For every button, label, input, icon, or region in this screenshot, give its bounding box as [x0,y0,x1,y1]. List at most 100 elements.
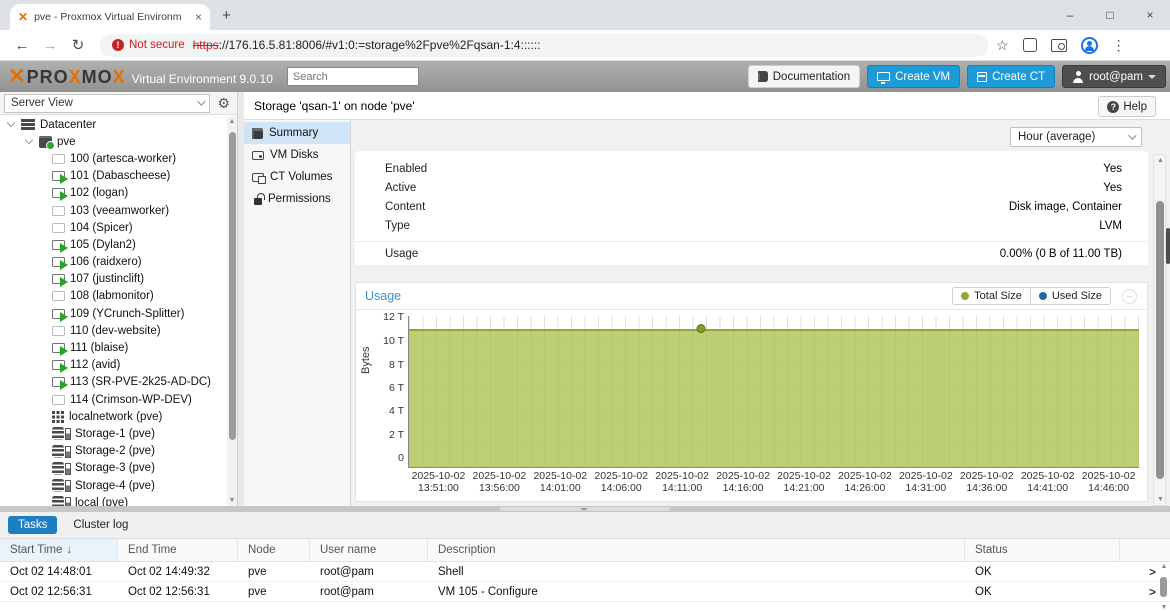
menu-item-vm-disks[interactable]: VM Disks [244,144,350,166]
tree-item-label: 114 (Crimson-WP-DEV) [70,394,192,406]
tab-tasks[interactable]: Tasks [8,516,57,534]
documentation-button[interactable]: Documentation [748,65,860,88]
close-icon[interactable]: × [1130,0,1170,30]
not-secure-badge[interactable]: ! Not secure [112,39,185,51]
tree-item[interactable]: Storage-1 (pve) [0,425,227,442]
tree-item[interactable]: 101 (Dabascheese) [0,168,227,185]
x-tick-label: 2025-10-0213:51:00 [408,470,469,494]
scroll-down-icon[interactable]: ▼ [1158,604,1170,611]
minimize-icon[interactable]: – [1050,0,1090,30]
column-header-description[interactable]: Description [428,539,965,561]
tree-item[interactable]: 108 (labmonitor) [0,288,227,305]
tree-item[interactable]: 105 (Dylan2) [0,236,227,253]
forward-icon[interactable]: → [36,37,64,54]
user-menu-button[interactable]: root@pam [1062,65,1166,88]
column-header-node[interactable]: Node [238,539,310,561]
profile-avatar-icon[interactable] [1081,37,1098,54]
column-header-start-time[interactable]: Start Time↓ [0,539,118,561]
scroll-down-icon[interactable]: ▼ [1154,496,1167,503]
menu-item-ct-volumes[interactable]: CT Volumes [244,166,350,188]
x-tick-time: 14:01:00 [530,482,591,494]
table-row[interactable]: Oct 02 14:48:01Oct 02 14:49:32pveroot@pa… [0,562,1170,582]
create-vm-button[interactable]: Create VM [867,65,960,88]
global-search-input[interactable] [287,67,419,86]
tab-close-icon[interactable]: × [195,10,202,24]
chevron-down-icon [198,97,206,105]
menu-item-label: Permissions [268,193,331,205]
task-table: Start Time↓End TimeNodeUser name Descript… [0,539,1170,611]
tree-item-label: 102 (logan) [70,187,128,199]
proxmox-header: ✕ PROXMOX Virtual Environment 9.0.10 Doc… [0,61,1170,92]
scroll-down-icon[interactable]: ▼ [227,497,237,504]
content-scroll-thumb[interactable] [1156,201,1164,479]
column-header-label: Description [438,544,496,556]
scroll-up-icon[interactable]: ▲ [1158,563,1170,570]
help-button[interactable]: ? Help [1098,96,1156,117]
chart-collapse-icon[interactable]: – [1122,289,1137,304]
tree-item[interactable]: 100 (artesca-worker) [0,150,227,167]
extensions-icon[interactable] [1023,38,1037,52]
chevron-expanded-icon[interactable] [7,119,15,127]
tree-item[interactable]: Datacenter [0,116,227,133]
menu-item-permissions[interactable]: Permissions [244,188,350,210]
menu-kebab-icon[interactable]: ⋮ [1112,37,1126,54]
server-view-select[interactable]: Server View [4,94,210,113]
tree-item[interactable]: local (pve) [0,494,227,506]
tree-item[interactable]: 104 (Spicer) [0,219,227,236]
period-select[interactable]: Hour (average) [1010,127,1142,147]
tree-item[interactable]: 109 (YCrunch-Splitter) [0,305,227,322]
tree-item[interactable]: localnetwork (pve) [0,408,227,425]
legend-total-size[interactable]: Total Size [953,288,1030,304]
x-tick-time: 13:56:00 [469,482,530,494]
tree-item-label: 111 (blaise) [70,342,128,354]
table-cell: OK [965,586,1120,598]
tree-item[interactable]: 107 (justinclift) [0,271,227,288]
tree-item-label: local (pve) [75,497,128,506]
browser-tab[interactable]: ✕ pve - Proxmox Virtual Environm × [10,4,210,30]
tree-scroll-thumb[interactable] [229,132,236,440]
column-header-status[interactable]: Status [965,539,1120,561]
tree-item[interactable]: 114 (Crimson-WP-DEV) [0,391,227,408]
tree-scrollbar[interactable]: ▲ ▼ [227,116,237,506]
scroll-up-icon[interactable]: ▲ [1154,157,1167,164]
create-ct-button[interactable]: Create CT [967,65,1055,88]
maximize-icon[interactable]: □ [1090,0,1130,30]
tree-item[interactable]: 110 (dev-website) [0,322,227,339]
column-header-label: Start Time [10,544,62,556]
tree-item[interactable]: 112 (avid) [0,357,227,374]
tree-item[interactable]: pve [0,133,227,150]
data-point-marker[interactable] [697,324,706,333]
table-row[interactable]: Oct 02 12:56:31Oct 02 12:56:31pveroot@pa… [0,582,1170,602]
new-tab-button[interactable]: + [222,7,231,24]
menu-item-summary[interactable]: Summary [244,122,350,144]
scroll-up-icon[interactable]: ▲ [227,118,237,125]
tree-item[interactable]: Storage-3 (pve) [0,460,227,477]
chevron-expanded-icon[interactable] [25,136,33,144]
tab-cluster-log[interactable]: Cluster log [73,519,128,531]
column-header-spacer [1120,539,1170,561]
chart-plot-area[interactable] [408,316,1139,468]
tree-item[interactable]: 102 (logan) [0,185,227,202]
bookmark-star-icon[interactable]: ☆ [996,37,1009,54]
task-scroll-thumb[interactable] [1160,577,1167,597]
side-search-icon[interactable] [1051,39,1067,52]
tree-item[interactable]: 113 (SR-PVE-2k25-AD-DC) [0,374,227,391]
reload-icon[interactable]: ↻ [64,36,92,54]
splitter-grip-icon[interactable] [500,507,670,511]
x-tick-date: 2025-10-02 [408,470,469,482]
tree-item[interactable]: Storage-4 (pve) [0,477,227,494]
tree-item[interactable]: 103 (veeamworker) [0,202,227,219]
legend-used-size[interactable]: Used Size [1030,288,1110,304]
content-scrollbar[interactable]: ▲ ▼ [1153,154,1166,506]
y-tick-label: 2 T [389,429,404,441]
tree-item[interactable]: 106 (raidxero) [0,254,227,271]
url-bar[interactable]: ! Not secure https://176.16.5.81:8006/#v… [100,34,988,57]
tree-item[interactable]: Storage-2 (pve) [0,443,227,460]
task-scrollbar[interactable]: ▲ ▼ [1158,563,1170,611]
tree-item[interactable]: 111 (blaise) [0,339,227,356]
back-icon[interactable]: ← [8,37,36,54]
gear-icon[interactable]: ⚙ [214,95,233,112]
column-header-end-time[interactable]: End Time [118,539,238,561]
window-scroll-thumb[interactable] [1166,228,1170,264]
column-header-user-name[interactable]: User name [310,539,428,561]
